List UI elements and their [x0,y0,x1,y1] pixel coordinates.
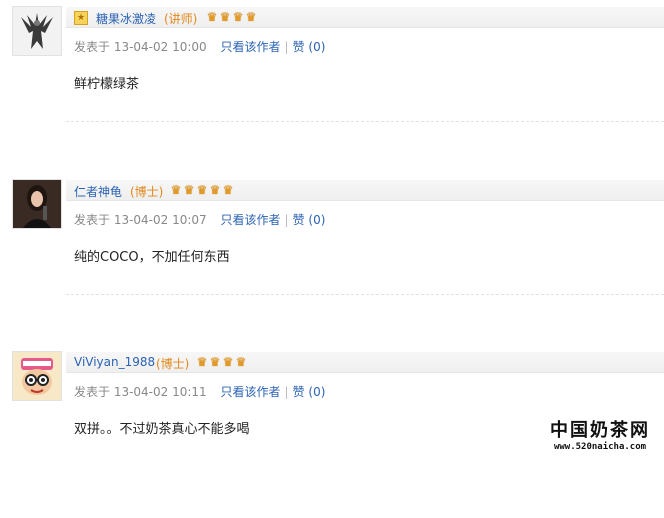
cartoon-girl-avatar-icon [13,352,61,400]
post-time: 发表于 13-04-02 10:07 [74,213,207,227]
rank-star-icon: ♛ [170,183,182,197]
only-author-link[interactable]: 只看该作者 [221,213,281,227]
post-time: 发表于 13-04-02 10:00 [74,40,207,54]
user-avatar[interactable] [12,351,62,401]
rank-stars: ♛ ♛ ♛ ♛ ♛ [170,183,235,197]
post-header-bar: ViViyan_1988 (博士) ♛ ♛ ♛ ♛ [66,352,664,373]
like-link[interactable]: 赞 (0) [293,40,326,54]
username-link[interactable]: 糖果冰激凌 [96,10,156,27]
rank-star-icon: ♛ [209,183,221,197]
user-rank: (博士) [156,357,190,371]
post-divider [66,294,664,295]
post-divider [66,121,664,122]
woman-photo-avatar-icon [13,180,61,228]
post-meta: 发表于 13-04-02 10:11 只看该作者 | 赞 (0) [74,385,326,399]
rank-stars: ♛ ♛ ♛ ♛ [196,355,248,369]
user-avatar[interactable] [12,6,62,56]
site-watermark: 中国奶茶网 www.520naicha.com [546,418,654,455]
post-item: 仁者神龟 (博士) ♛ ♛ ♛ ♛ ♛ 发表于 13-04-02 10:07 只看该作者… [0,173,664,346]
rank-star-icon: ♛ [232,10,244,24]
rank-star-icon: ♛ [196,183,208,197]
post-content: 纯的COCO，不加任何东西 [74,250,230,265]
dragon-avatar-icon [13,7,61,55]
user-rank: (讲师) [164,12,198,26]
username-link[interactable]: ViViyan_1988 [74,355,155,369]
rank-star-icon: ♛ [206,10,218,24]
user-rank: (博士) [130,185,164,199]
post-item: ★ 糖果冰激凌 (讲师) ♛ ♛ ♛ ♛ 发表于 13-04-02 10:00 只看该… [0,0,664,173]
rank-star-icon: ♛ [222,183,234,197]
watermark-url: www.520naicha.com [553,442,647,452]
rank-star-icon: ♛ [183,183,195,197]
post-meta: 发表于 13-04-02 10:00 只看该作者 | 赞 (0) [74,40,326,54]
like-link[interactable]: 赞 (0) [293,213,326,227]
user-avatar[interactable] [12,179,62,229]
post-header-bar: ★ 糖果冰激凌 (讲师) ♛ ♛ ♛ ♛ [66,7,664,28]
username-link[interactable]: 仁者神龟 [74,183,122,200]
post-time: 发表于 13-04-02 10:11 [74,385,207,399]
only-author-link[interactable]: 只看该作者 [221,385,281,399]
post-content: 鲜柠檬绿茶 [74,77,140,92]
rank-star-icon: ♛ [196,355,208,369]
only-author-link[interactable]: 只看该作者 [221,40,281,54]
post-content: 双拼。。不过奶茶真心不能多喝 [74,422,250,437]
post-header-bar: 仁者神龟 (博士) ♛ ♛ ♛ ♛ ♛ [66,180,664,201]
rank-stars: ♛ ♛ ♛ ♛ [206,10,258,24]
vip-star-icon: ★ [74,11,88,25]
rank-star-icon: ♛ [219,10,231,24]
rank-star-icon: ♛ [209,355,221,369]
rank-star-icon: ♛ [245,10,257,24]
watermark-title: 中国奶茶网 [550,420,650,441]
rank-star-icon: ♛ [222,355,234,369]
like-link[interactable]: 赞 (0) [293,385,326,399]
rank-star-icon: ♛ [235,355,247,369]
post-meta: 发表于 13-04-02 10:07 只看该作者 | 赞 (0) [74,213,326,227]
